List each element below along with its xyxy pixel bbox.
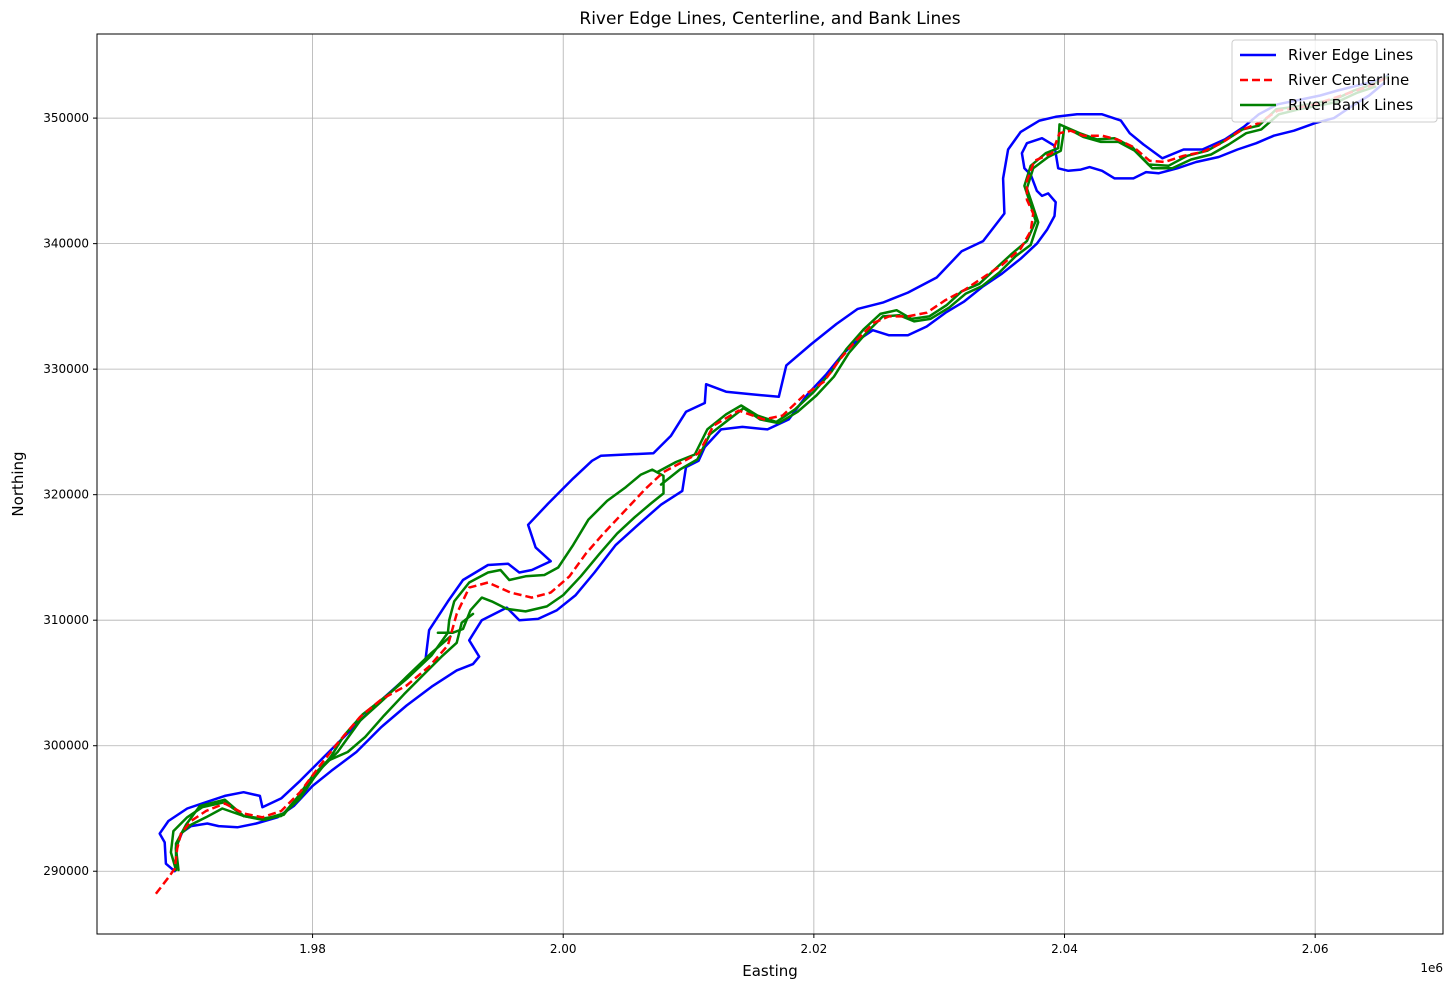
legend-label-bank: River Bank Lines	[1288, 96, 1413, 114]
y-tick-label: 310000	[43, 613, 89, 627]
y-tick-label: 350000	[43, 111, 89, 125]
y-tick-label: 290000	[43, 864, 89, 878]
y-tick-label: 330000	[43, 362, 89, 376]
y-tick-label: 300000	[43, 739, 89, 753]
x-tick-label: 2.04	[1051, 942, 1078, 956]
x-axis-offset-text: 1e6	[1420, 961, 1443, 975]
y-axis-label: Northing	[9, 451, 27, 516]
x-axis-label: Easting	[742, 962, 798, 980]
river-chart: 1.98 2.00 2.02 2.04 2.06 290000 300000 310000 32…	[0, 0, 1453, 990]
y-tick-label: 320000	[43, 488, 89, 502]
x-tick-label: 2.02	[801, 942, 828, 956]
x-tick-label: 2.06	[1302, 942, 1329, 956]
legend-label-edge: River Edge Lines	[1288, 46, 1413, 64]
x-tick-label: 1.98	[299, 942, 326, 956]
y-tick-label: 340000	[43, 237, 89, 251]
legend: River Edge Lines River Centerline River …	[1231, 39, 1438, 123]
chart-title: River Edge Lines, Centerline, and Bank L…	[579, 9, 960, 29]
legend-label-centerline: River Centerline	[1288, 71, 1409, 89]
x-tick-label: 2.00	[550, 942, 577, 956]
